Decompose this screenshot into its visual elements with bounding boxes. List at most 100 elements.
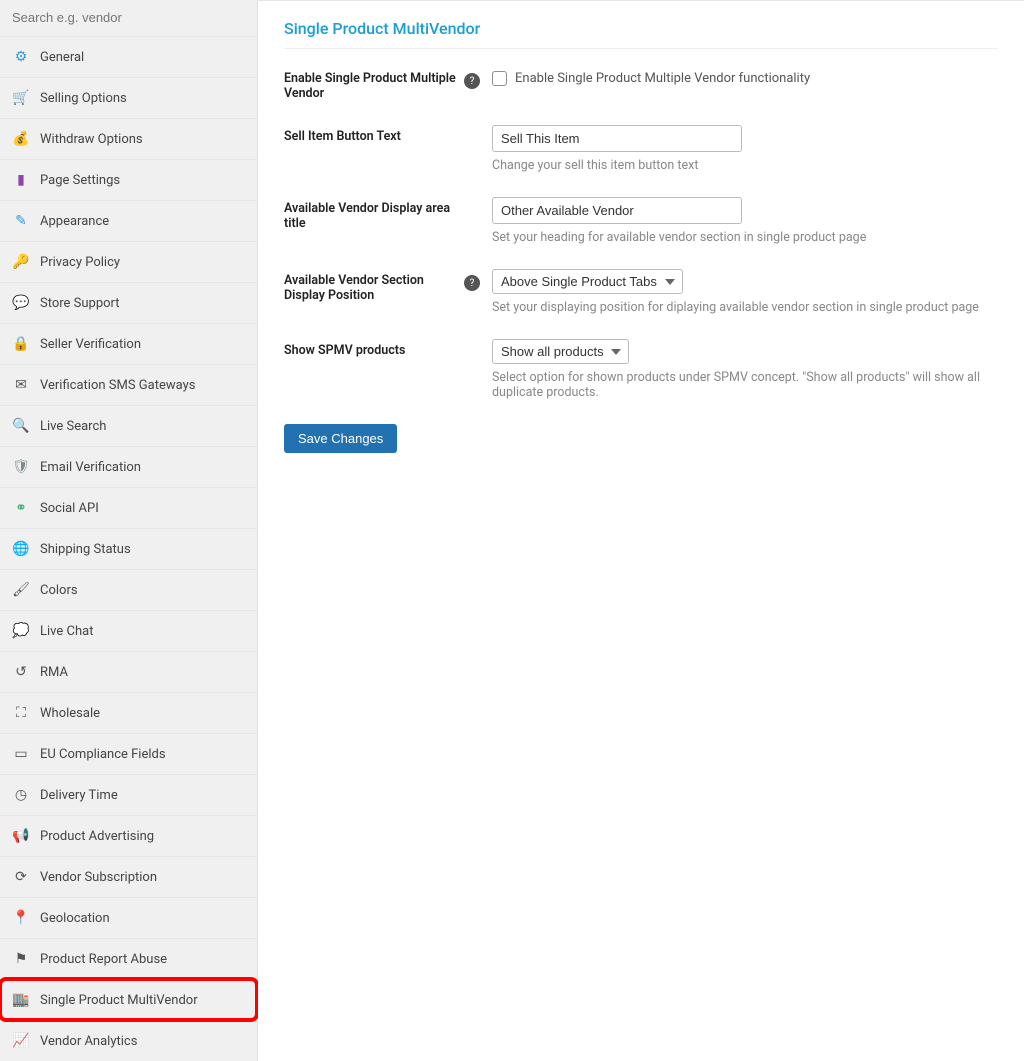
card-icon: ▭ (12, 745, 30, 763)
checkbox-label: Enable Single Product Multiple Vendor fu… (515, 71, 810, 86)
sidebar-item-label: Appearance (40, 214, 109, 229)
sidebar-item-eu-compliance-fields[interactable]: ▭ EU Compliance Fields (0, 733, 257, 774)
sidebar-item-label: Privacy Policy (40, 255, 120, 270)
sidebar-item-label: Single Product MultiVendor (40, 993, 198, 1008)
sidebar-item-label: RMA (40, 665, 68, 680)
clock-icon: ◷ (12, 786, 30, 804)
sidebar-item-withdraw-options[interactable]: 💰 Withdraw Options (0, 118, 257, 159)
sidebar-item-colors[interactable]: 🖌 Colors (0, 569, 257, 610)
field-spmv-products: Show SPMV products Show all products Sel… (284, 339, 998, 400)
sidebar-item-label: Vendor Analytics (40, 1034, 137, 1049)
vendor-position-select[interactable]: Above Single Product Tabs (492, 269, 683, 294)
sidebar-item-label: Withdraw Options (40, 132, 143, 147)
settings-page: ⚙General🛒Selling Options 💰 Withdraw Option… (0, 0, 1024, 1061)
field-sell-button-text: Sell Item Button Text Change your sell t… (284, 125, 998, 173)
sidebar-item-social-api[interactable]: ⚭ Social API (0, 487, 257, 528)
sidebar-item-store-support[interactable]: 💬 Store Support (0, 282, 257, 323)
sidebar-item-rma[interactable]: ↺ RMA (0, 651, 257, 692)
page-title: Single Product MultiVendor (284, 19, 998, 49)
search-input[interactable] (12, 10, 245, 25)
sidebar-item-label: Email Verification (40, 460, 141, 475)
sidebar-item-label: General (40, 50, 84, 65)
page-icon: ▮ (12, 171, 30, 189)
brush-icon: ✎ (12, 212, 30, 230)
sidebar-item-label: Delivery Time (40, 788, 118, 803)
field-description: Change your sell this item button text (492, 158, 998, 173)
sidebar-item-label: Shipping Status (40, 542, 131, 557)
field-label: Show SPMV products (284, 339, 464, 358)
field-vendor-position: Available Vendor Section Display Positio… (284, 269, 998, 315)
sidebar-item-wholesale[interactable]: ⛶ Wholesale (0, 692, 257, 733)
field-description: Set your heading for available vendor se… (492, 230, 998, 245)
field-label: Sell Item Button Text (284, 125, 464, 144)
mail-icon: ✉ (12, 376, 30, 394)
sidebar-item-vendor-analytics[interactable]: 📈 Vendor Analytics (0, 1020, 257, 1061)
sidebar-item-label: Colors (40, 583, 78, 598)
settings-sidebar: ⚙General🛒Selling Options 💰 Withdraw Option… (0, 0, 258, 1061)
help-icon[interactable]: ? (464, 275, 480, 291)
sidebar-item-label: Social API (40, 501, 99, 516)
field-description: Select option for shown products under S… (492, 370, 998, 400)
spmv-products-select[interactable]: Show all products (492, 339, 629, 364)
money-icon: 💰 (12, 130, 30, 148)
sidebar-item-label: EU Compliance Fields (40, 747, 166, 762)
help-icon[interactable]: ? (464, 73, 480, 89)
sidebar-item-label: Seller Verification (40, 337, 141, 352)
sidebar-item-general[interactable]: ⚙General (0, 36, 257, 77)
sidebar-item-label: Live Chat (40, 624, 93, 639)
share-icon: ⚭ (12, 499, 30, 517)
sidebar-item-email-verification[interactable]: 🛡 Email Verification (0, 446, 257, 487)
shield-icon: 🛡 (12, 458, 30, 476)
sidebar-item-single-product-multivendor[interactable]: 🏬 Single Product MultiVendor (0, 979, 257, 1020)
comment-icon: 💭 (12, 622, 30, 640)
enable-checkbox-row[interactable]: Enable Single Product Multiple Vendor fu… (492, 67, 998, 86)
refresh-icon: ⟳ (12, 868, 30, 886)
sidebar-item-label: Store Support (40, 296, 120, 311)
sidebar-item-product-advertising[interactable]: 📢 Product Advertising (0, 815, 257, 856)
sidebar-item-label: Geolocation (40, 911, 110, 926)
sidebar-item-geolocation[interactable]: 📍 Geolocation (0, 897, 257, 938)
sidebar-item-shipping-status[interactable]: 🌐 Shipping Status (0, 528, 257, 569)
flag-icon: ⚑ (12, 950, 30, 968)
cart-icon: 🛒 (12, 89, 30, 107)
pin-icon: 📍 (12, 909, 30, 927)
settings-main: Single Product MultiVendor Enable Single… (258, 0, 1024, 1061)
globe-icon: 🌐 (12, 540, 30, 558)
sidebar-item-live-chat[interactable]: 💭 Live Chat (0, 610, 257, 651)
sell-button-text-input[interactable] (492, 125, 742, 152)
sidebar-item-live-search[interactable]: 🔍 Live Search (0, 405, 257, 446)
sidebar-item-vendor-subscription[interactable]: ⟳ Vendor Subscription (0, 856, 257, 897)
sidebar-item-seller-verification[interactable]: 🔒Seller Verification (0, 323, 257, 364)
save-button[interactable]: Save Changes (284, 424, 397, 453)
sidebar-item-label: Verification SMS Gateways (40, 378, 195, 393)
sidebar-item-label: Live Search (40, 419, 106, 434)
sidebar-item-label: Vendor Subscription (40, 870, 157, 885)
search-icon: 🔍 (12, 417, 30, 435)
field-label: Available Vendor Section Display Positio… (284, 269, 464, 303)
field-enable-spmv: Enable Single Product Multiple Vendor ? … (284, 67, 998, 101)
sidebar-item-delivery-time[interactable]: ◷ Delivery Time (0, 774, 257, 815)
key-icon: 🔑 (12, 253, 30, 271)
sidebar-item-label: Wholesale (40, 706, 100, 721)
boxes-icon: ⛶ (12, 704, 30, 722)
store-icon: 🏬 (12, 991, 30, 1009)
sidebar-item-privacy-policy[interactable]: 🔑 Privacy Policy (0, 241, 257, 282)
sidebar-item-selling-options[interactable]: 🛒Selling Options (0, 77, 257, 118)
chart-icon: 📈 (12, 1032, 30, 1050)
sidebar-item-appearance[interactable]: ✎ Appearance (0, 200, 257, 241)
enable-checkbox[interactable] (492, 71, 507, 86)
sidebar-item-product-report-abuse[interactable]: ⚑Product Report Abuse (0, 938, 257, 979)
megaphone-icon: 📢 (12, 827, 30, 845)
sidebar-search (0, 0, 257, 36)
chat-icon: 💬 (12, 294, 30, 312)
field-label: Available Vendor Display area title (284, 197, 464, 231)
field-vendor-area-title: Available Vendor Display area title Set … (284, 197, 998, 245)
sidebar-item-page-settings[interactable]: ▮Page Settings (0, 159, 257, 200)
vendor-area-title-input[interactable] (492, 197, 742, 224)
field-description: Set your displaying position for diplayi… (492, 300, 998, 315)
sidebar-item-verification-sms-gateways[interactable]: ✉ Verification SMS Gateways (0, 364, 257, 405)
field-label: Enable Single Product Multiple Vendor (284, 67, 464, 101)
undo-icon: ↺ (12, 663, 30, 681)
paint-icon: 🖌 (12, 581, 30, 599)
sidebar-item-label: Product Advertising (40, 829, 154, 844)
